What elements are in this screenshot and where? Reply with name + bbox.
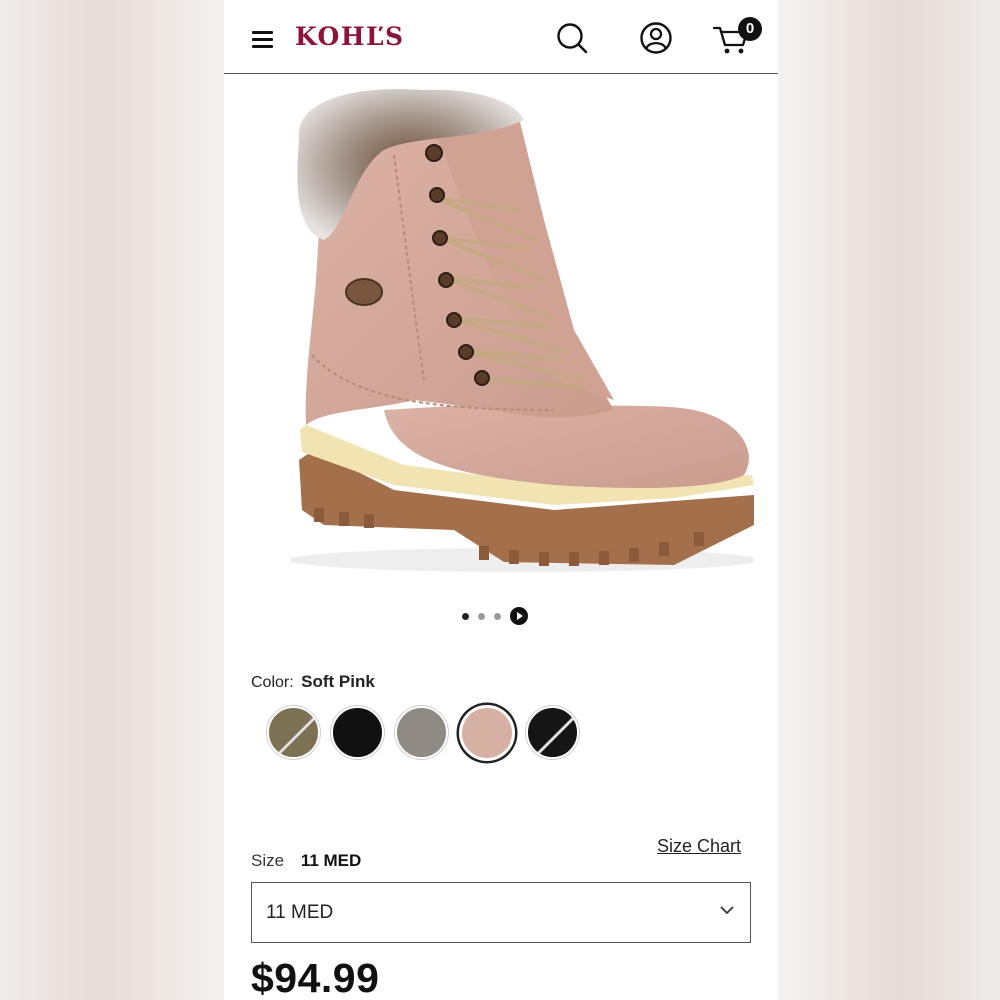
- color-swatch[interactable]: [331, 706, 384, 759]
- size-select-dropdown[interactable]: 11 MED: [251, 882, 751, 943]
- play-video-icon[interactable]: [510, 607, 528, 625]
- carousel-dot[interactable]: [478, 612, 485, 620]
- color-swatches: [267, 704, 579, 761]
- chevron-down-icon: [720, 906, 734, 915]
- size-selection-label: Size 11 MED: [251, 851, 361, 871]
- mobile-page: KOHĽS 0 Color: Soft Pink Size Chart Size…: [224, 0, 778, 1000]
- account-icon[interactable]: [638, 20, 674, 56]
- size-select-value: 11 MED: [266, 902, 334, 923]
- kohls-logo[interactable]: KOHĽS: [295, 22, 405, 51]
- hamburger-menu-icon[interactable]: [252, 31, 273, 48]
- swatch-stripe: [269, 708, 318, 757]
- size-chart-link[interactable]: Size Chart: [657, 836, 741, 857]
- product-image[interactable]: [254, 80, 754, 600]
- search-icon[interactable]: [554, 20, 590, 56]
- color-swatch[interactable]: [395, 706, 448, 759]
- color-swatch[interactable]: [267, 706, 320, 759]
- background-left: [0, 0, 224, 1000]
- carousel-dot[interactable]: [462, 612, 469, 620]
- color-swatch[interactable]: [459, 704, 515, 761]
- cart-count-badge[interactable]: 0: [738, 17, 762, 41]
- site-header: KOHĽS 0: [224, 0, 778, 74]
- color-selected-value: Soft Pink: [301, 672, 375, 691]
- swatch-stripe: [528, 708, 577, 757]
- image-carousel-dots: [462, 607, 528, 625]
- color-swatch[interactable]: [526, 706, 579, 759]
- product-price: $94.99: [251, 955, 380, 1000]
- color-selection-label: Color: Soft Pink: [251, 672, 375, 692]
- size-label: Size: [251, 851, 285, 870]
- background-right: [776, 0, 1000, 1000]
- carousel-dot[interactable]: [494, 612, 501, 620]
- color-label: Color:: [251, 674, 294, 691]
- size-selected-value: 11 MED: [300, 851, 362, 870]
